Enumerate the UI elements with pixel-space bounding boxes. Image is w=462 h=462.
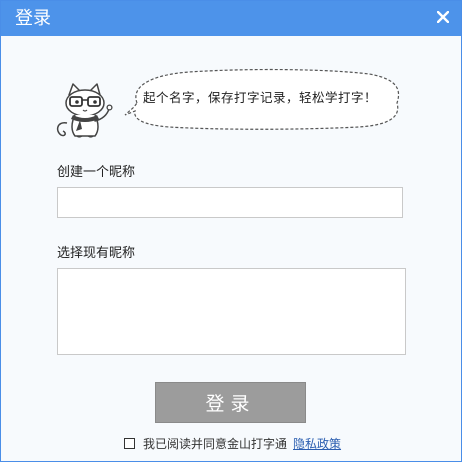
privacy-policy-link[interactable]: 隐私政策 xyxy=(293,435,341,452)
bubble-message: 起个名字，保存打字记录，轻松学打字！ xyxy=(143,90,378,105)
existing-nickname-list[interactable] xyxy=(57,268,406,355)
existing-nickname-label: 选择现有昵称 xyxy=(57,246,136,261)
create-nickname-label: 创建一个昵称 xyxy=(57,165,136,180)
title-bar: 登录 xyxy=(1,1,461,36)
close-icon xyxy=(437,11,449,23)
login-dialog: 登录 起个名字，保存打字记录，轻松学打字！ 创建一个昵称 选择现有昵称 登录 我… xyxy=(0,0,462,462)
login-button[interactable]: 登录 xyxy=(155,382,306,423)
close-button[interactable] xyxy=(431,5,455,29)
agreement-text: 我已阅读并同意金山打字通 xyxy=(143,436,288,451)
create-nickname-input[interactable] xyxy=(57,187,403,218)
agreement-checkbox[interactable] xyxy=(124,437,135,449)
dialog-title: 登录 xyxy=(15,8,51,29)
agreement-row: 我已阅读并同意金山打字通 隐私政策 xyxy=(124,434,341,452)
cat-mascot-icon xyxy=(56,83,113,138)
